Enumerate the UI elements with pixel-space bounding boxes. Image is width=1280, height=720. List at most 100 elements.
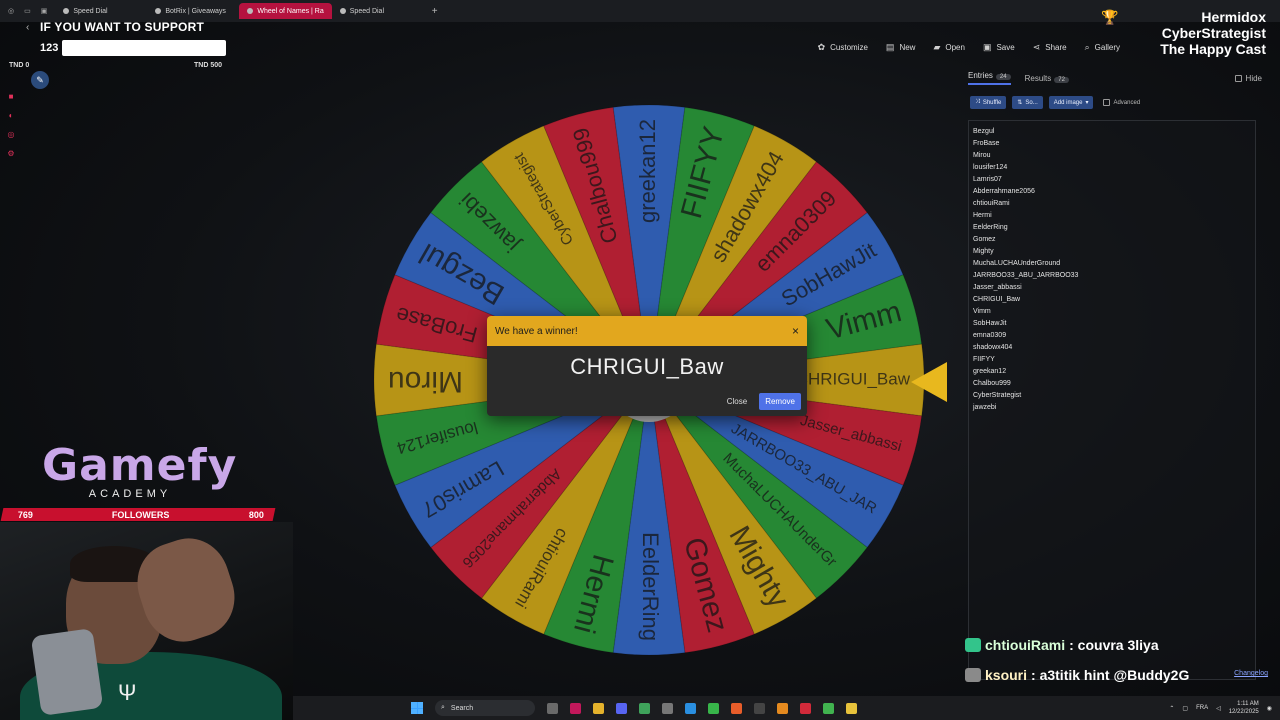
sidebar-icon-4[interactable]: ⚙: [7, 149, 14, 158]
webcam-phone: [30, 628, 104, 716]
entry-item: Hermi: [973, 212, 992, 219]
followers-label: FOLLOWERS: [112, 509, 170, 520]
entry-item: lousifer124: [973, 164, 1008, 171]
toolbar-label: Share: [1045, 43, 1067, 52]
sort-button[interactable]: ⇅ So...: [1012, 96, 1043, 109]
tab-botrix[interactable]: BotRix | Giveaways: [147, 3, 239, 19]
followers-bar: 769 FOLLOWERS 800: [0, 508, 276, 521]
file-icon: ▤: [885, 42, 895, 52]
remove-button[interactable]: Remove: [759, 393, 801, 410]
sidebar-icon-3[interactable]: ◎: [8, 130, 15, 139]
hide-toggle[interactable]: Hide: [1234, 74, 1262, 83]
search-icon: ⌕: [1084, 42, 1090, 52]
customize-button[interactable]: ✿ Customize: [818, 42, 868, 53]
sort-icon: ⇅: [1017, 100, 1023, 106]
task-view-icon[interactable]: [547, 702, 558, 714]
edit-pencil-icon[interactable]: ✎: [31, 71, 49, 89]
windows-start-icon[interactable]: [411, 702, 423, 714]
entry-item: Abderrahmane2056: [973, 188, 1035, 195]
app-icon-green[interactable]: [639, 702, 650, 714]
followers-goal: 800: [248, 509, 264, 520]
back-arrow-icon[interactable]: ‹: [26, 22, 29, 33]
entry-item: jawzebi: [973, 404, 997, 411]
shuffle-button[interactable]: ⤨ Shuffle: [970, 96, 1007, 109]
chat-badge-icon: [965, 668, 981, 682]
chevron-down-icon: ▾: [1085, 100, 1089, 106]
winner-modal-actions: Close Remove: [723, 393, 801, 410]
advanced-toggle[interactable]: Advanced: [1103, 99, 1140, 106]
network-icon[interactable]: ▢: [1182, 705, 1188, 712]
tab-speed-dial[interactable]: Speed Dial: [55, 3, 147, 19]
trophy-icon: 🏆: [1101, 9, 1119, 25]
close-button[interactable]: Close: [723, 394, 751, 409]
tab-label: Wheel of Names | Ra: [257, 7, 324, 15]
app-icon-vlc[interactable]: [777, 702, 788, 714]
entry-item: Mirou: [973, 152, 991, 159]
app-icon-orange[interactable]: [731, 702, 742, 714]
sort-label: So...: [1025, 99, 1038, 106]
entry-item: Chalbou999: [973, 380, 1011, 387]
tab-label: Speed Dial: [73, 7, 108, 15]
changelog-link[interactable]: Changelog: [1234, 670, 1268, 677]
taskbar-search[interactable]: ⌕ Search: [435, 700, 535, 716]
app-icon-play[interactable]: [823, 702, 834, 714]
entry-item: emna0309: [973, 332, 1007, 339]
taskbar: ⌕ Search ⌃ ▢ FRA ◁ 1:11 AM 12/22/2025 ◉: [293, 696, 1280, 720]
app-icon-xbox[interactable]: [708, 702, 719, 714]
tab-speed-dial-2[interactable]: Speed Dial: [332, 3, 424, 19]
app-icon-gray[interactable]: [662, 702, 673, 714]
new-tab-button[interactable]: +: [424, 6, 446, 17]
taskbar-apps: ⌕ Search: [411, 700, 857, 716]
streamer-overlay: Hermidox CyberStrategist The Happy Cast: [1160, 9, 1266, 57]
tab-entries[interactable]: Entries 24: [968, 71, 1011, 85]
screen: ◎ ▭ ▣ Speed Dial BotRix | Giveaways Whee…: [0, 0, 1280, 720]
tab-list-icon[interactable]: ▣: [41, 7, 48, 15]
chat-user: chtiouiRami: [985, 637, 1066, 653]
tab-wheel-of-names[interactable]: Wheel of Names | Ra: [239, 3, 332, 19]
entry-item: FIIFYY: [973, 356, 995, 363]
followers-current: 769: [18, 509, 34, 520]
advanced-label: Advanced: [1113, 99, 1141, 106]
volume-icon[interactable]: ◁: [1216, 705, 1221, 712]
results-count-badge: 72: [1054, 76, 1069, 83]
system-tray: ⌃ ▢ FRA ◁ 1:11 AM 12/22/2025 ◉: [1169, 700, 1280, 716]
save-button[interactable]: ▣ Save: [983, 42, 1015, 53]
support-count: 123: [40, 42, 59, 54]
edge-icon[interactable]: [685, 702, 696, 714]
workspaces-icon[interactable]: ▭: [24, 7, 31, 15]
share-button[interactable]: ⋖ Share: [1033, 42, 1067, 53]
clock[interactable]: 1:11 AM 12/22/2025: [1229, 700, 1259, 716]
discord-icon[interactable]: [616, 702, 627, 714]
advanced-checkbox[interactable]: [1103, 99, 1111, 106]
obs-icon[interactable]: [754, 702, 765, 714]
browser-logo-icon[interactable]: ◎: [8, 7, 14, 15]
entry-item: CyberStrategist: [973, 392, 1022, 399]
tab-results[interactable]: Results 72: [1025, 74, 1069, 83]
chevron-up-icon[interactable]: ⌃: [1169, 705, 1174, 712]
antler-logo-icon: Ψ: [118, 680, 137, 705]
file-explorer-icon[interactable]: [593, 702, 604, 714]
app-icon-red[interactable]: [800, 702, 811, 714]
new-button[interactable]: ▤ New: [886, 42, 916, 53]
language-indicator[interactable]: FRA: [1196, 705, 1208, 711]
add-image-button[interactable]: Add image ▾: [1048, 96, 1094, 109]
entry-item: Jasser_abbassi: [973, 284, 1022, 291]
gallery-button[interactable]: ⌕ Gallery: [1085, 42, 1120, 53]
entry-item: EelderRing: [973, 224, 1008, 231]
notification-icon[interactable]: ◉: [1267, 705, 1272, 712]
sidebar-icon-1[interactable]: ■: [9, 92, 14, 101]
panel-controls: ⤨ Shuffle ⇅ So... Add image ▾ Advanced: [960, 88, 1266, 109]
close-icon[interactable]: ×: [792, 324, 799, 338]
winner-modal-header: We have a winner! ×: [487, 316, 807, 346]
entries-textarea[interactable]: Bezgul FroBase Mirou lousifer124 Lamris07 Abd…: [968, 120, 1256, 680]
chat-message: ksouri : a3titik hint @Buddy2G: [965, 666, 1265, 684]
window-controls: ◎ ▭ ▣: [0, 7, 55, 15]
sidebar-icon-2[interactable]: ◐: [9, 111, 14, 120]
open-button[interactable]: ▰ Open: [933, 42, 965, 53]
app-icon-opera[interactable]: [570, 702, 581, 714]
hide-checkbox[interactable]: [1234, 74, 1242, 82]
webcam-feed: Ψ: [0, 522, 293, 720]
tab-favicon-icon: [339, 8, 346, 14]
entries-count-badge: 24: [995, 74, 1011, 80]
app-icon-yellow[interactable]: [846, 702, 857, 714]
